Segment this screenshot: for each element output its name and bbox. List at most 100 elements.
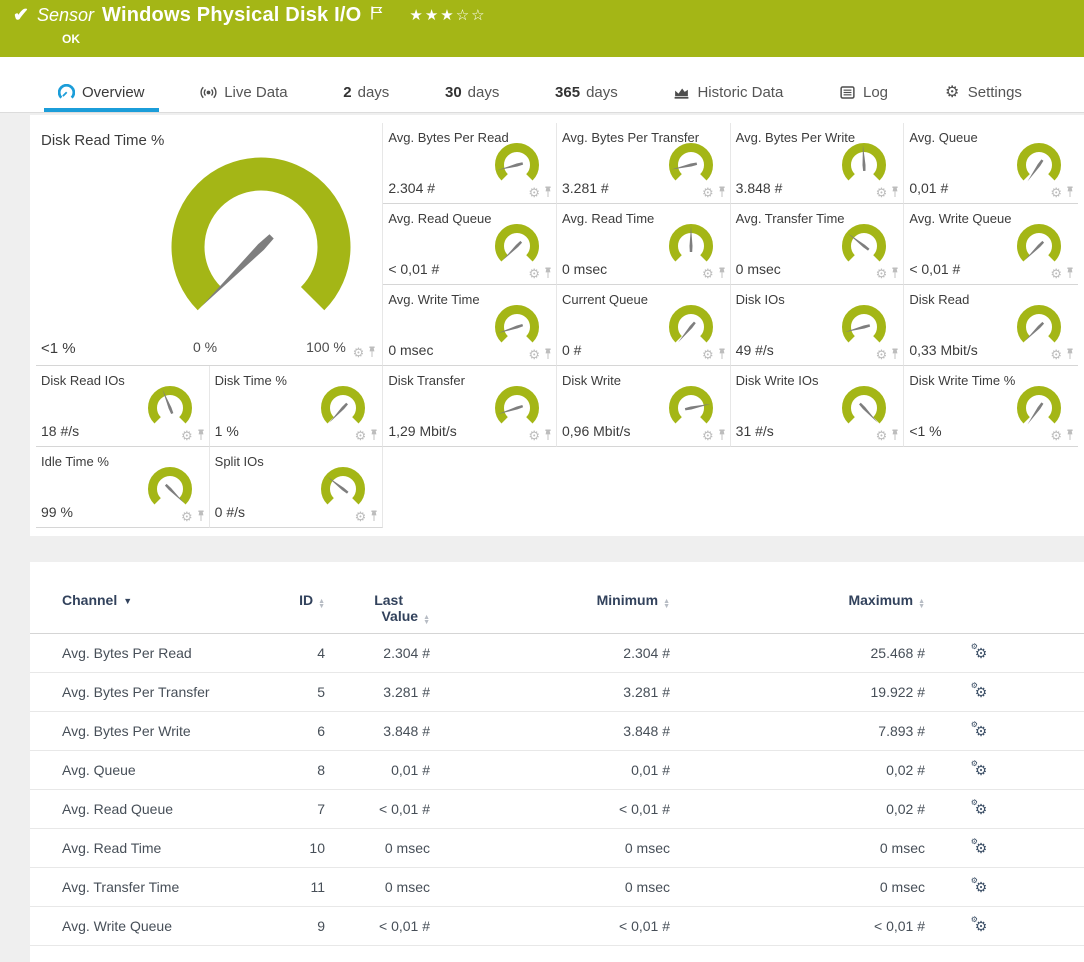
channel-settings-icon[interactable]: ⚙⚙ bbox=[975, 684, 988, 701]
gear-icon[interactable]: ⚙ bbox=[876, 187, 888, 199]
gear-icon[interactable]: ⚙ bbox=[528, 268, 540, 280]
pin-icon[interactable] bbox=[717, 267, 727, 280]
channel-name: Avg. Read Queue bbox=[30, 801, 280, 817]
gauge-tile: Avg. Bytes Per Read 2.304 # ⚙ bbox=[383, 123, 557, 204]
gauge-title: Disk IOs bbox=[736, 292, 785, 307]
column-header-maximum[interactable]: Maximum▲▼ bbox=[670, 592, 925, 609]
pin-icon[interactable] bbox=[367, 346, 377, 359]
pin-icon[interactable] bbox=[369, 429, 379, 442]
gauge-title: Avg. Bytes Per Write bbox=[736, 130, 855, 145]
pin-icon[interactable] bbox=[543, 186, 553, 199]
area-chart-icon bbox=[673, 84, 690, 101]
tab-live-data[interactable]: Live Data bbox=[186, 84, 301, 112]
gauge-tile: Split IOs 0 #/s ⚙ bbox=[210, 447, 384, 528]
gauge-value: 3.281 # bbox=[562, 180, 609, 196]
channel-settings-icon[interactable]: ⚙⚙ bbox=[975, 723, 988, 740]
gear-icon[interactable]: ⚙ bbox=[1050, 187, 1062, 199]
pin-icon[interactable] bbox=[543, 348, 553, 361]
sensor-title: Windows Physical Disk I/O bbox=[102, 4, 361, 27]
gear-icon[interactable]: ⚙ bbox=[528, 430, 540, 442]
pin-icon[interactable] bbox=[890, 267, 900, 280]
tab-bar: Overview Live Data 2 days 30 days 365 da… bbox=[0, 57, 1084, 113]
tab-30-days[interactable]: 30 days bbox=[431, 84, 513, 112]
gear-icon[interactable]: ⚙ bbox=[702, 430, 714, 442]
pin-icon[interactable] bbox=[890, 348, 900, 361]
gauge-tile: Avg. Write Time 0 msec ⚙ bbox=[383, 285, 557, 366]
gear-icon[interactable]: ⚙ bbox=[876, 268, 888, 280]
gear-icon[interactable]: ⚙ bbox=[1050, 349, 1062, 361]
channel-settings-icon[interactable]: ⚙⚙ bbox=[975, 840, 988, 857]
gauge-value: 0 msec bbox=[388, 342, 433, 358]
gear-icon[interactable]: ⚙ bbox=[528, 349, 540, 361]
gauge-value: 2.304 # bbox=[388, 180, 435, 196]
gauge-tile: Disk Write Time % <1 % ⚙ bbox=[904, 366, 1078, 447]
gear-icon[interactable]: ⚙ bbox=[876, 430, 888, 442]
tab-log[interactable]: Log bbox=[825, 84, 902, 112]
channel-minimum: 2.304 # bbox=[430, 645, 670, 661]
gauge-tile: Avg. Bytes Per Transfer 3.281 # ⚙ bbox=[557, 123, 731, 204]
gear-icon[interactable]: ⚙ bbox=[181, 430, 193, 442]
gear-icon[interactable]: ⚙ bbox=[1050, 268, 1062, 280]
pin-icon[interactable] bbox=[1065, 429, 1075, 442]
pin-icon[interactable] bbox=[1065, 267, 1075, 280]
pin-icon[interactable] bbox=[717, 348, 727, 361]
pin-icon[interactable] bbox=[1065, 348, 1075, 361]
flag-icon[interactable] bbox=[371, 6, 383, 20]
sort-icon: ▲▼ bbox=[318, 599, 325, 609]
gear-icon[interactable]: ⚙ bbox=[353, 347, 365, 359]
channel-maximum: 0 msec bbox=[670, 879, 925, 895]
column-header-minimum[interactable]: Minimum▲▼ bbox=[430, 592, 670, 609]
gear-icon[interactable]: ⚙ bbox=[702, 268, 714, 280]
tab-label: days bbox=[358, 84, 390, 101]
gear-icon[interactable]: ⚙ bbox=[181, 511, 193, 523]
pin-icon[interactable] bbox=[717, 429, 727, 442]
status-check-icon: ✔ bbox=[13, 4, 29, 27]
gauge-title: Idle Time % bbox=[41, 454, 109, 469]
channel-minimum: 0 msec bbox=[430, 840, 670, 856]
gauge-tile-primary: Disk Read Time % 0 % 100 % <1 % ⚙ bbox=[36, 123, 383, 366]
channel-settings-icon[interactable]: ⚙⚙ bbox=[975, 801, 988, 818]
pin-icon[interactable] bbox=[196, 510, 206, 523]
channel-settings-icon[interactable]: ⚙⚙ bbox=[975, 645, 988, 662]
gear-icon[interactable]: ⚙ bbox=[702, 187, 714, 199]
gear-icon[interactable]: ⚙ bbox=[1050, 430, 1062, 442]
pin-icon[interactable] bbox=[543, 429, 553, 442]
pin-icon[interactable] bbox=[369, 510, 379, 523]
pin-icon[interactable] bbox=[543, 267, 553, 280]
gear-icon[interactable]: ⚙ bbox=[876, 349, 888, 361]
tab-number: 30 bbox=[445, 84, 462, 101]
column-header-last-value[interactable]: LastValue▲▼ bbox=[325, 592, 430, 625]
channel-maximum: 0,02 # bbox=[670, 801, 925, 817]
tab-overview[interactable]: Overview bbox=[44, 84, 159, 112]
channel-name: Avg. Transfer Time bbox=[30, 879, 280, 895]
pin-icon[interactable] bbox=[717, 186, 727, 199]
column-header-id[interactable]: ID▲▼ bbox=[280, 592, 325, 609]
broadcast-icon bbox=[200, 84, 217, 101]
column-header-channel[interactable]: Channel▼ bbox=[30, 592, 280, 608]
gauge-title: Avg. Queue bbox=[909, 130, 977, 145]
gauge-value: 0 # bbox=[562, 342, 581, 358]
tab-historic-data[interactable]: Historic Data bbox=[659, 84, 797, 112]
gauge-value: 0 msec bbox=[562, 261, 607, 277]
pin-icon[interactable] bbox=[890, 186, 900, 199]
gauge-title: Avg. Write Queue bbox=[909, 211, 1011, 226]
channel-settings-icon[interactable]: ⚙⚙ bbox=[975, 918, 988, 935]
channel-settings-icon[interactable]: ⚙⚙ bbox=[975, 762, 988, 779]
gear-icon[interactable]: ⚙ bbox=[355, 430, 367, 442]
gear-icon[interactable]: ⚙ bbox=[702, 349, 714, 361]
gear-icon[interactable]: ⚙ bbox=[528, 187, 540, 199]
tab-365-days[interactable]: 365 days bbox=[541, 84, 632, 112]
gauge-tile: Disk Write 0,96 Mbit/s ⚙ bbox=[557, 366, 731, 447]
priority-stars[interactable]: ★★★☆☆ bbox=[409, 6, 486, 24]
tab-2-days[interactable]: 2 days bbox=[329, 84, 403, 112]
pin-icon[interactable] bbox=[196, 429, 206, 442]
tab-label: Log bbox=[863, 84, 888, 101]
pin-icon[interactable] bbox=[890, 429, 900, 442]
tab-number: 365 bbox=[555, 84, 580, 101]
channel-settings-icon[interactable]: ⚙⚙ bbox=[975, 879, 988, 896]
channel-maximum: 19.922 # bbox=[670, 684, 925, 700]
tab-settings[interactable]: ⚙ Settings bbox=[930, 84, 1036, 112]
pin-icon[interactable] bbox=[1065, 186, 1075, 199]
gear-icon[interactable]: ⚙ bbox=[355, 511, 367, 523]
table-row: Avg. Write Queue 9 < 0,01 # < 0,01 # < 0… bbox=[30, 907, 1084, 946]
